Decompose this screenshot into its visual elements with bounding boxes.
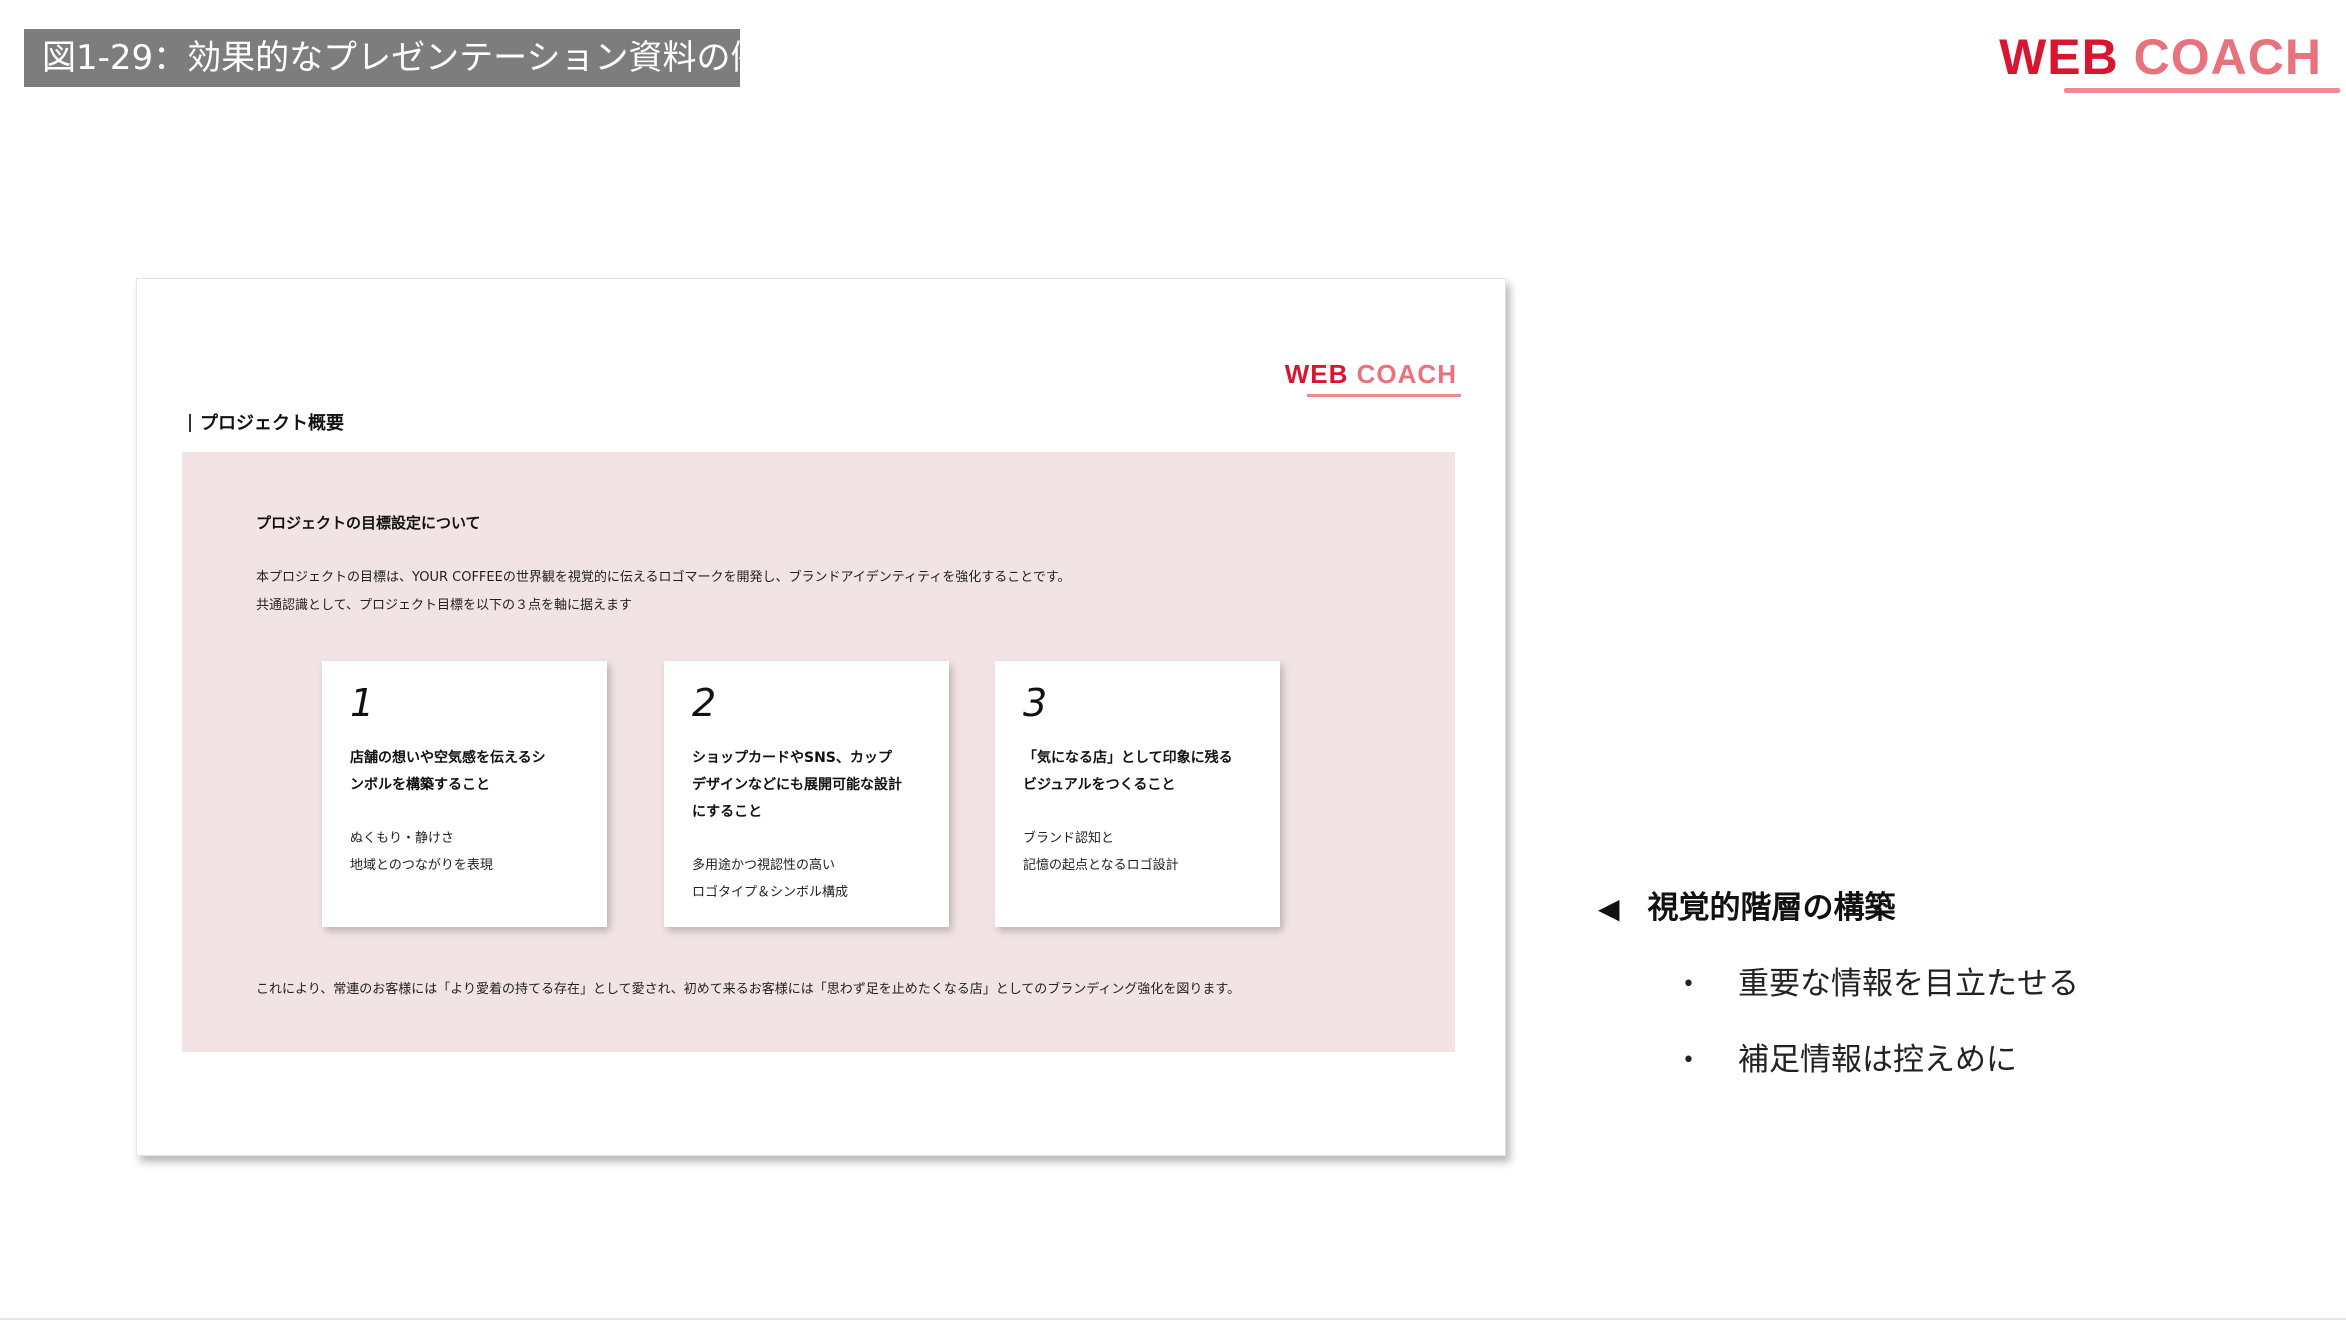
card-number: 1 xyxy=(350,681,375,725)
slide-logo-word-web: WEB xyxy=(1284,359,1349,389)
note-item: • 補足情報は控えめに xyxy=(1682,1034,2017,1079)
panel-heading: プロジェクトの目標設定について xyxy=(256,514,481,532)
card-title-line: ショップカードやSNS、カップ xyxy=(692,750,892,766)
card-number: 3 xyxy=(1023,681,1048,725)
section-title-text: プロジェクト概要 xyxy=(200,413,344,434)
bullet-icon: • xyxy=(1682,972,1695,997)
card-title-line: ビジュアルをつくること xyxy=(1023,777,1176,793)
card-title: 「気になる店」として印象に残る ビジュアルをつくること xyxy=(1023,745,1263,799)
left-arrow-icon: ◀ xyxy=(1598,892,1620,925)
figure-label: 図1-29：効果的なプレゼンテーション資料の例 xyxy=(24,29,764,87)
card-desc-line: 多用途かつ視認性の高い xyxy=(692,858,836,873)
note-item-text: 補足情報は控えめに xyxy=(1738,1042,2017,1078)
brand-logo: WEB COACH xyxy=(1999,28,2322,86)
slide-logo-word-coach: COACH xyxy=(1356,359,1457,389)
content-panel: プロジェクトの目標設定について 本プロジェクトの目標は、YOUR COFFEEの… xyxy=(182,452,1455,1052)
intro-line: 共通認識として、プロジェクト目標を以下の３点を軸に据えます xyxy=(256,598,632,613)
slide-logo: WEB COACH xyxy=(1285,359,1457,390)
card-desc-line: 記憶の起点となるロゴ設計 xyxy=(1023,858,1179,873)
card-desc-line: ロゴタイプ＆シンボル構成 xyxy=(692,885,849,900)
card-title-line: 店舗の想いや空気感を伝えるシ xyxy=(350,750,546,766)
card-desc: 多用途かつ視認性の高い ロゴタイプ＆シンボル構成 xyxy=(692,852,932,906)
note-heading-text: 視覚的階層の構築 xyxy=(1647,890,1896,926)
section-title: プロジェクト概要 xyxy=(189,409,344,435)
card-number: 2 xyxy=(692,681,717,725)
logo-word-web: WEB xyxy=(1999,29,2119,85)
slide-logo-underline xyxy=(1307,394,1461,397)
goal-card-2: 2 ショップカードやSNS、カップ デザインなどにも展開可能な設計 にすること … xyxy=(664,661,949,927)
card-desc-line: 地域とのつながりを表現 xyxy=(350,858,493,873)
note-item-text: 重要な情報を目立たせる xyxy=(1738,966,2079,1002)
note-item: • 重要な情報を目立たせる xyxy=(1682,958,2079,1003)
panel-intro: 本プロジェクトの目標は、YOUR COFFEEの世界観を視覚的に伝えるロゴマーク… xyxy=(256,564,1071,620)
goal-card-1: 1 店舗の想いや空気感を伝えるシ ンボルを構築すること ぬくもり・静けさ 地域と… xyxy=(322,661,607,927)
logo-underline xyxy=(2064,88,2340,93)
card-desc-line: ブランド認知と xyxy=(1023,831,1115,846)
card-desc: ぬくもり・静けさ 地域とのつながりを表現 xyxy=(350,825,590,879)
card-title-line: ンボルを構築すること xyxy=(350,777,490,793)
card-title: ショップカードやSNS、カップ デザインなどにも展開可能な設計 にすること xyxy=(692,745,932,826)
card-title: 店舗の想いや空気感を伝えるシ ンボルを構築すること xyxy=(350,745,590,799)
bullet-icon: • xyxy=(1682,1048,1695,1073)
note-heading: ◀ 視覚的階層の構築 xyxy=(1598,882,1896,927)
card-title-line: デザインなどにも展開可能な設計 xyxy=(692,777,902,793)
logo-word-coach: COACH xyxy=(2133,29,2322,85)
card-desc: ブランド認知と 記憶の起点となるロゴ設計 xyxy=(1023,825,1263,879)
card-desc-line: ぬくもり・静けさ xyxy=(350,831,455,846)
section-title-bar xyxy=(189,414,191,432)
card-title-line: にすること xyxy=(692,804,763,820)
goal-card-3: 3 「気になる店」として印象に残る ビジュアルをつくること ブランド認知と 記憶… xyxy=(995,661,1280,927)
card-title-line: 「気になる店」として印象に残る xyxy=(1023,750,1233,766)
slide-preview: WEB COACH プロジェクト概要 プロジェクトの目標設定について 本プロジェ… xyxy=(136,278,1506,1156)
intro-line: 本プロジェクトの目標は、YOUR COFFEEの世界観を視覚的に伝えるロゴマーク… xyxy=(256,570,1071,585)
panel-outro: これにより、常連のお客様には「より愛着の持てる存在」として愛され、初めて来るお客… xyxy=(256,982,1241,997)
